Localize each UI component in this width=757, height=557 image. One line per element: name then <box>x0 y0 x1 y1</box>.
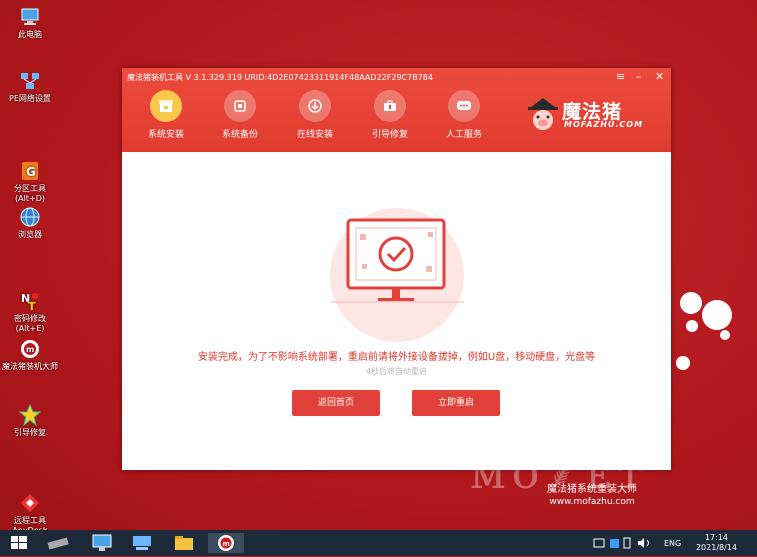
desktop-icon-mofazhu[interactable]: m 魔法猪装机大师 <box>2 338 58 372</box>
taskbar-mofazhu-app[interactable]: m <box>208 533 244 553</box>
taskbar-computer[interactable] <box>90 533 114 553</box>
folder-icon <box>175 536 193 550</box>
restart-countdown: 4秒后将自动重启 <box>365 367 428 376</box>
tab-system-install[interactable]: 系统安装 <box>136 90 196 140</box>
repair-icon <box>374 90 406 122</box>
tab-label: 在线安装 <box>296 130 333 140</box>
logo-text-en: MOFAZHU.COM <box>564 120 644 129</box>
backup-icon <box>224 90 256 122</box>
tab-online-install[interactable]: 在线安装 <box>285 90 345 140</box>
install-complete-message: 安装完成，为了不影响系统部署，重启前请将外接设备拔掉，例如U盘，移动硬盘，光盘等 <box>197 352 596 363</box>
desktop-icon-label: 引导修复 <box>14 428 46 437</box>
restart-now-button[interactable]: 立即重启 <box>412 390 500 416</box>
globe-icon <box>19 206 41 228</box>
network-icon <box>19 70 41 92</box>
desktop-icon-anydesk[interactable]: 远程工具 AnyDesk <box>2 472 58 530</box>
tab-manual-service[interactable]: 人工服务 <box>434 90 494 140</box>
desktop: ᴍᴏ⸙ᴇᴛ 魔法猪系统重装大师 www.mofazhu.com 此电脑 PE网络… <box>0 0 757 530</box>
desktop-icon-label: 远程工具 AnyDesk <box>12 516 47 530</box>
desktop-icon-label: 魔法猪装机大师 <box>2 362 58 371</box>
taskbar-network[interactable] <box>130 533 154 553</box>
tab-label: 系统备份 <box>221 130 258 140</box>
taskbar-clock[interactable]: 17:14 2021/8/14 <box>696 533 737 553</box>
menu-icon[interactable]: ≡ <box>616 70 625 83</box>
tab-boot-repair[interactable]: 引导修复 <box>360 90 420 140</box>
desktop-icon-label: 浏览器 <box>18 230 42 239</box>
network-icon <box>133 536 151 550</box>
installer-window: 魔法猪装机工具 V 3.1.329.319 URID:4D2E074233119… <box>122 68 671 470</box>
clock-time: 17:14 <box>704 533 729 542</box>
desktop-icon-password-change[interactable]: NT 密码修改 (Alt+E) <box>2 270 58 344</box>
taskbar-explorer[interactable] <box>172 533 196 553</box>
desktop-icon-label: 密码修改 (Alt+E) <box>14 314 46 333</box>
tab-label: 系统安装 <box>147 130 184 140</box>
display-tray-icon <box>610 539 619 548</box>
disk-icon <box>47 537 69 550</box>
anydesk-icon <box>19 482 41 512</box>
password-tool-icon: NT <box>19 280 41 313</box>
volume-tray-icon <box>638 538 644 548</box>
install-icon <box>150 90 182 122</box>
svg-text:T: T <box>28 300 36 312</box>
pig-wizard-icon <box>528 98 558 130</box>
window-title: 魔法猪装机工具 V 3.1.329.319 URID:4D2E074233119… <box>127 73 433 82</box>
tab-label: 人工服务 <box>445 130 482 140</box>
brand-logo: 魔法猪 MOFAZHU.COM <box>526 96 646 136</box>
computer-icon <box>19 6 41 28</box>
tray-icons <box>592 533 658 553</box>
partition-tool-icon: G <box>19 150 41 180</box>
desktop-icon-label: PE网络设置 <box>9 94 51 103</box>
computer-icon <box>92 534 112 551</box>
svg-text:G: G <box>26 165 36 179</box>
download-icon <box>299 90 331 122</box>
network-tray-icon <box>593 538 605 548</box>
tab-label: 引导修复 <box>371 130 408 140</box>
minimize-button[interactable]: – <box>636 70 642 83</box>
usb-tray-icon <box>623 537 631 549</box>
chat-icon <box>448 90 480 122</box>
mofazhu-icon: m <box>218 535 234 551</box>
desktop-icon-partition-tool[interactable]: G 分区工具 (Alt+D) <box>2 140 58 214</box>
boot-repair-icon <box>18 403 42 427</box>
desktop-icon-this-pc[interactable]: 此电脑 <box>2 6 58 40</box>
start-button[interactable] <box>8 533 30 553</box>
desktop-icon-label: 此电脑 <box>18 30 42 39</box>
desktop-icon-browser[interactable]: 浏览器 <box>2 206 58 240</box>
window-content: 安装完成，为了不影响系统部署，重启前请将外接设备拔掉，例如U盘，移动硬盘，光盘等… <box>122 152 671 470</box>
input-language[interactable]: ENG <box>664 539 681 548</box>
desktop-icon-pe-network[interactable]: PE网络设置 <box>2 70 58 104</box>
tab-system-backup[interactable]: 系统备份 <box>210 90 270 140</box>
return-home-button[interactable]: 返回首页 <box>292 390 380 416</box>
close-button[interactable]: ✕ <box>655 70 664 83</box>
svg-text:m: m <box>26 345 34 354</box>
mofazhu-icon: m <box>19 338 41 360</box>
background-brand: 魔法猪系统重装大师 www.mofazhu.com <box>547 484 637 507</box>
window-title-bar: 魔法猪装机工具 V 3.1.329.319 URID:4D2E074233119… <box>122 68 671 152</box>
svg-text:m: m <box>223 540 230 548</box>
desktop-icon-boot-repair[interactable]: 引导修复 <box>2 403 58 438</box>
complete-illustration <box>320 208 474 342</box>
clock-date: 2021/8/14 <box>695 543 737 552</box>
taskbar: m ENG 17:14 2021/8/14 <box>0 530 757 556</box>
desktop-icon-label: 分区工具 (Alt+D) <box>14 184 46 203</box>
taskbar-disk-tool[interactable] <box>46 533 70 553</box>
windows-icon <box>11 536 27 549</box>
